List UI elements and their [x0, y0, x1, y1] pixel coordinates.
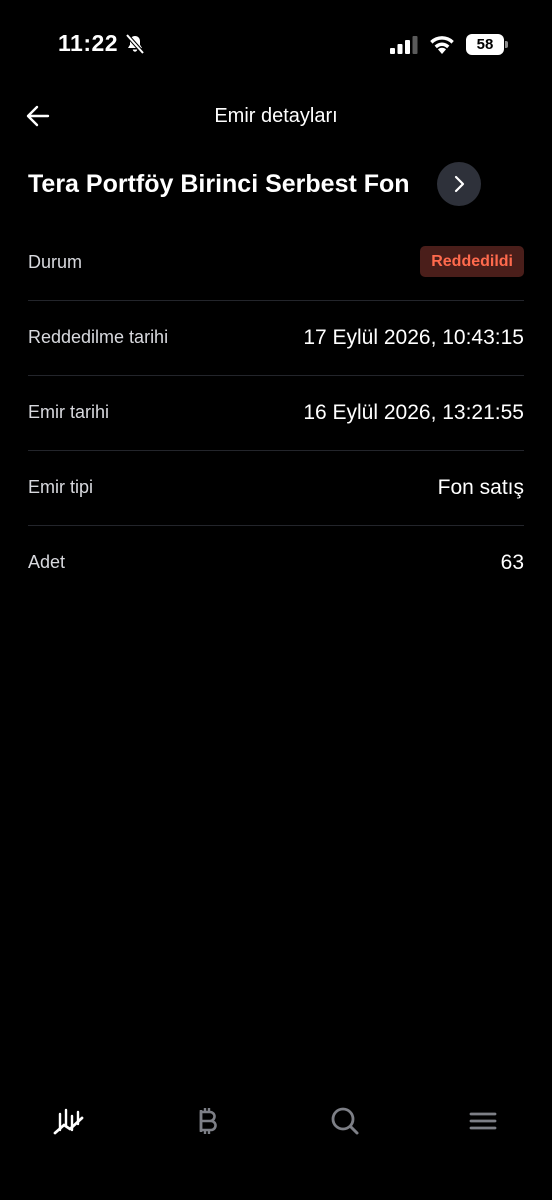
order-type-label: Emir tipi: [28, 477, 94, 497]
nav-crypto[interactable]: [187, 1104, 227, 1140]
order-details-list: Durum Reddedildi Reddedilme tarihi 17 Ey…: [28, 226, 524, 601]
order-date-label: Emir tarihi: [28, 402, 110, 422]
battery-indicator: 58: [466, 34, 508, 55]
bell-muted-icon: [125, 33, 145, 55]
wifi-icon: [430, 36, 454, 54]
quantity-label: Adet: [28, 552, 66, 572]
fund-name: Tera Portföy Birinci Serbest Fon: [28, 170, 410, 198]
header: Emir detayları: [0, 92, 552, 140]
menu-icon: [469, 1112, 497, 1130]
bottom-nav: [0, 1090, 552, 1154]
order-type-value: Fon satış: [437, 476, 524, 499]
page-title: Emir detayları: [214, 105, 338, 127]
chevron-right-icon: [454, 175, 465, 193]
rejected-date-value: 17 Eylül 2026, 10:43:15: [303, 326, 524, 349]
detail-row-quantity: Adet 63: [28, 526, 524, 601]
detail-row-rejected-date: Reddedilme tarihi 17 Eylül 2026, 10:43:1…: [28, 301, 524, 376]
detail-row-order-date: Emir tarihi 16 Eylül 2026, 13:21:55: [28, 376, 524, 451]
order-date-value: 16 Eylül 2026, 13:21:55: [303, 401, 524, 424]
battery-cap: [505, 41, 508, 48]
battery-level: 58: [466, 34, 504, 55]
detail-row-order-type: Emir tipi Fon satış: [28, 451, 524, 526]
status-label: Durum: [28, 252, 83, 272]
status-badge: Reddedildi: [420, 246, 524, 277]
nav-search[interactable]: [325, 1104, 365, 1140]
nav-menu[interactable]: [463, 1104, 503, 1140]
order-details-screen: 11:22 58 Emir detayları Tera Portföy Bir…: [0, 0, 552, 1200]
signal-icon: [390, 36, 418, 54]
status-bar: 11:22 58: [0, 0, 552, 90]
fund-header: Tera Portföy Birinci Serbest Fon: [28, 160, 524, 208]
rejected-date-label: Reddedilme tarihi: [28, 327, 169, 347]
detail-row-status: Durum Reddedildi: [28, 226, 524, 301]
nav-markets[interactable]: [49, 1104, 89, 1140]
chart-trend-icon: [53, 1108, 84, 1135]
search-icon: [331, 1107, 359, 1135]
bitcoin-icon: [199, 1108, 217, 1134]
quantity-value: 63: [500, 551, 524, 574]
fund-open-button[interactable]: [437, 162, 481, 206]
status-time: 11:22: [58, 30, 119, 56]
